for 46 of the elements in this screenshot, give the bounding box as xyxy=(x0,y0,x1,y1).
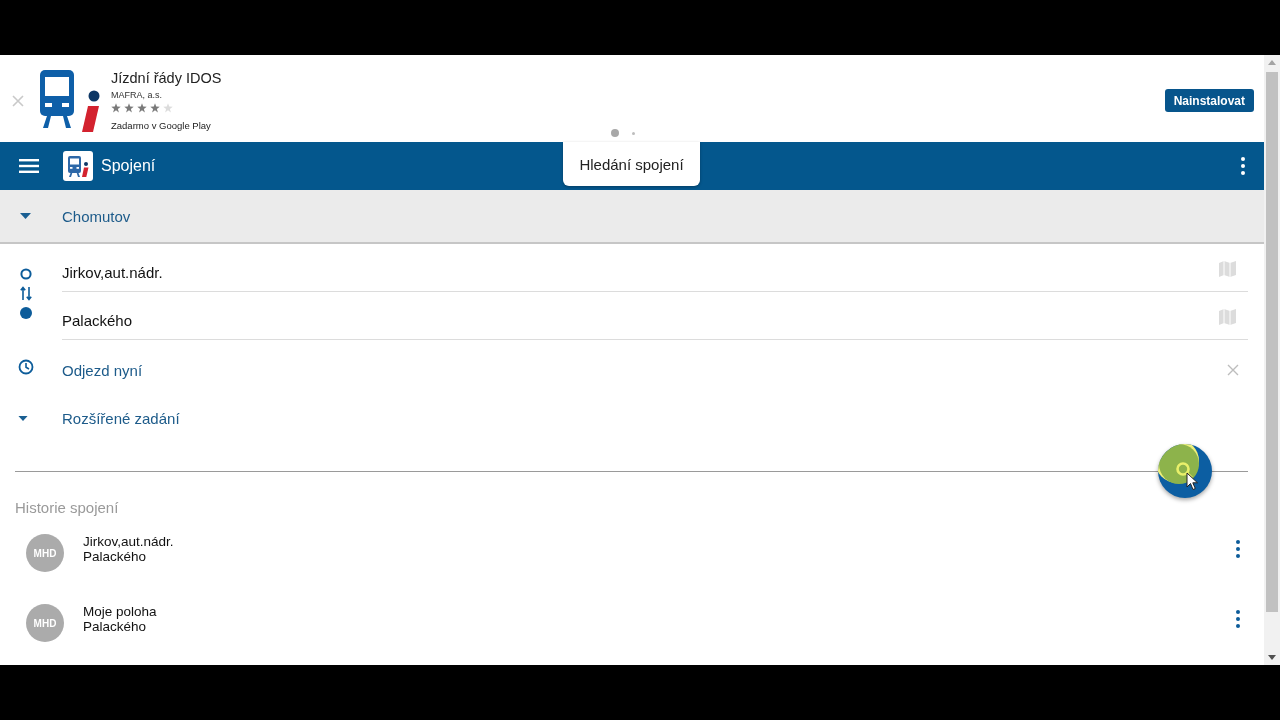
app-name: Jízdní řády IDOS xyxy=(111,69,222,87)
publisher-name: MAFRA, a.s. xyxy=(111,90,163,101)
install-button[interactable]: Nainstalovat xyxy=(1164,89,1254,112)
region-selector[interactable]: Chomutov xyxy=(0,190,1264,244)
star-icon xyxy=(111,103,121,113)
caret-icon xyxy=(18,415,28,421)
star-icon xyxy=(124,103,134,113)
page-dot-icon[interactable] xyxy=(611,129,619,137)
mouse-pointer-icon xyxy=(1186,472,1198,491)
store-note: Zadarmo v Google Play xyxy=(111,120,212,132)
caret-icon xyxy=(20,213,31,219)
tooltip: Hledání spojení xyxy=(563,142,700,186)
close-icon[interactable] xyxy=(12,95,24,107)
more-icon[interactable] xyxy=(1241,157,1245,175)
menu-icon[interactable] xyxy=(19,159,39,173)
scroll-down-icon[interactable] xyxy=(1268,655,1276,660)
swap-icon[interactable] xyxy=(20,286,32,301)
map-icon[interactable] xyxy=(1219,309,1236,325)
map-icon[interactable] xyxy=(1219,261,1236,277)
star-icon xyxy=(150,103,160,113)
destination-field[interactable]: Palackého xyxy=(62,292,1248,340)
history-origin[interactable]: Moje poloha xyxy=(83,604,157,619)
star-icon xyxy=(163,103,173,113)
history-destination[interactable]: Palackého xyxy=(83,549,147,564)
destination-dot-icon xyxy=(20,307,32,319)
star-icon xyxy=(137,103,147,113)
scrollbar-thumb[interactable] xyxy=(1266,72,1278,612)
history-destination[interactable]: Palackého xyxy=(83,619,147,634)
history-heading: Historie spojení xyxy=(15,498,119,518)
mhd-badge: MHD xyxy=(26,604,64,642)
clock-icon xyxy=(18,359,34,375)
toolbar-title: Spojení xyxy=(101,157,156,175)
page-dot-icon[interactable] xyxy=(632,131,635,135)
train-logo-icon xyxy=(63,151,93,181)
search-button[interactable] xyxy=(1158,444,1212,498)
train-app-icon xyxy=(38,70,102,132)
more-icon[interactable] xyxy=(1236,610,1240,628)
origin-circle-icon xyxy=(20,268,32,280)
advanced-search-toggle[interactable]: Rozšířené zadání xyxy=(62,409,180,427)
history-origin[interactable]: Jirkov,aut.nádr. xyxy=(83,534,174,549)
more-icon[interactable] xyxy=(1236,540,1240,558)
scroll-up-icon[interactable] xyxy=(1268,60,1276,65)
origin-field[interactable]: Jirkov,aut.nádr. xyxy=(62,244,1248,292)
close-icon[interactable] xyxy=(1227,364,1239,376)
mhd-badge: MHD xyxy=(26,534,64,572)
departure-time-link[interactable]: Odjezd nyní xyxy=(62,361,143,379)
